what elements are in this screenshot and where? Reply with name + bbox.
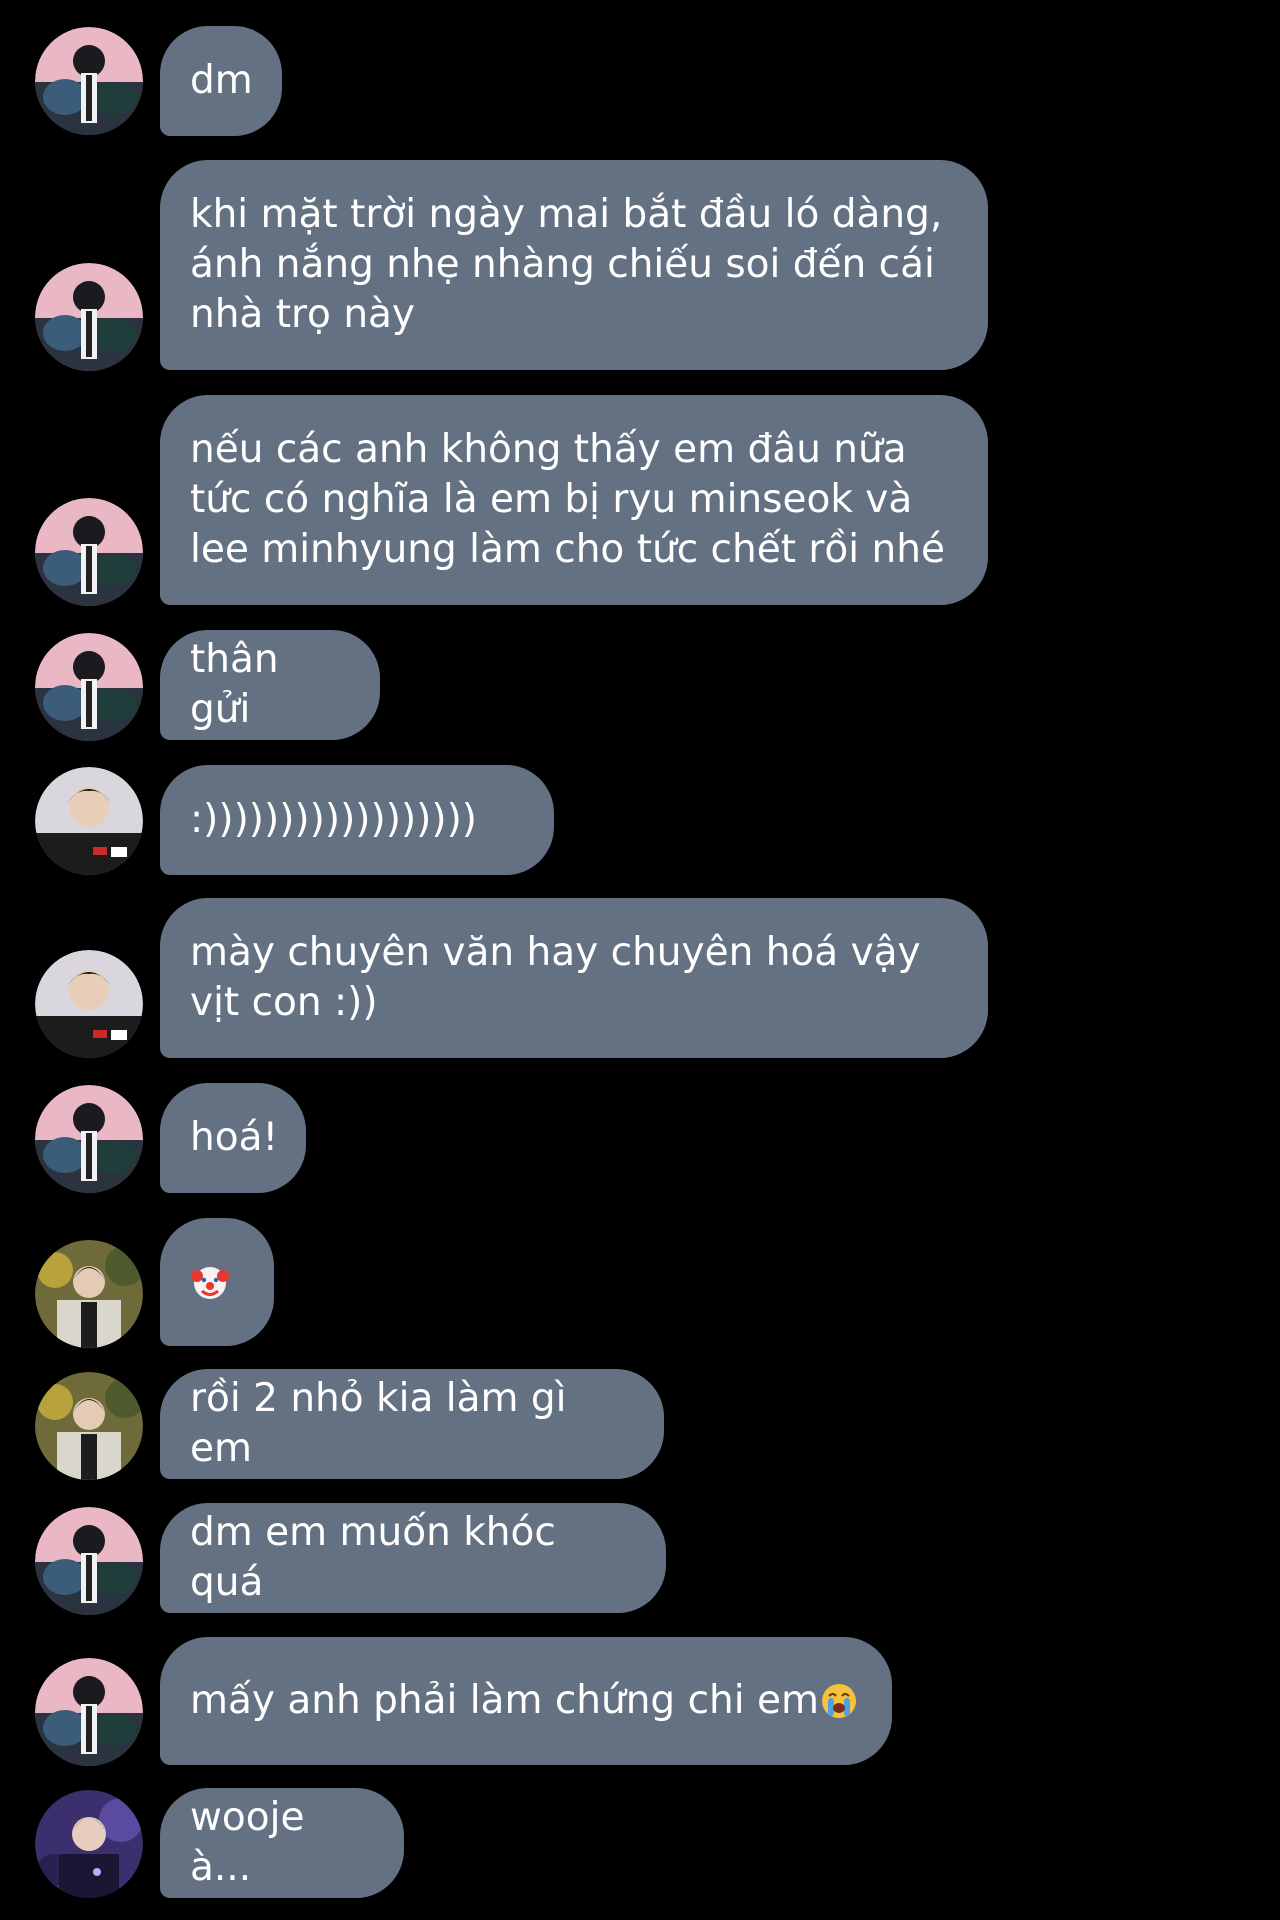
message-text: dm em muốn khóc quá [190,1510,556,1605]
message-text: dm [190,58,253,103]
message-bubble[interactable]: wooje à... [160,1788,404,1898]
avatar-b-icon[interactable] [35,950,143,1058]
message-text: rồi 2 nhỏ kia làm gì em [190,1376,567,1471]
avatar-b-icon[interactable] [35,767,143,875]
message-text: nếu các anh không thấy em đâu nữa tức có… [190,427,945,572]
avatar-a-icon[interactable] [35,263,143,371]
message-bubble[interactable]: dm em muốn khóc quá [160,1503,666,1613]
loudly-crying-face-emoji-icon [821,1684,856,1718]
message-bubble[interactable]: hoá! [160,1083,306,1193]
avatar-d-icon[interactable] [35,1790,143,1898]
avatar-a-icon[interactable] [35,1085,143,1193]
avatar-c-icon[interactable] [35,1240,143,1348]
avatar-a-icon[interactable] [35,498,143,606]
avatar-a-icon[interactable] [35,633,143,741]
message-bubble[interactable]: mày chuyên văn hay chuyên hoá vậy vịt co… [160,898,988,1058]
message-text: khi mặt trời ngày mai bắt đầu ló dàng, á… [190,192,943,337]
message-bubble[interactable]: mấy anh phải làm chứng chi em [160,1637,892,1765]
message-bubble[interactable]: khi mặt trời ngày mai bắt đầu ló dàng, á… [160,160,988,370]
clown-face-emoji-icon [191,1267,229,1299]
message-text: thân gửi [190,637,279,732]
message-text: wooje à... [190,1795,305,1890]
message-bubble[interactable]: thân gửi [160,630,380,740]
avatar-a-icon[interactable] [35,27,143,135]
message-text: :)))))))))))))))))) [190,797,478,842]
message-text: hoá! [190,1115,279,1160]
message-bubble[interactable]: rồi 2 nhỏ kia làm gì em [160,1369,664,1479]
avatar-a-icon[interactable] [35,1658,143,1766]
message-bubble[interactable]: :)))))))))))))))))) [160,765,554,875]
avatar-c-icon[interactable] [35,1372,143,1480]
message-text: mày chuyên văn hay chuyên hoá vậy vịt co… [190,930,921,1025]
message-bubble[interactable]: dm [160,26,282,136]
message-text: mấy anh phải làm chứng chi em [190,1678,819,1723]
chat-thread: dm khi mặt trời ngày mai bắt đầu ló dàng… [0,0,1280,1920]
message-bubble[interactable]: nếu các anh không thấy em đâu nữa tức có… [160,395,988,605]
avatar-a-icon[interactable] [35,1507,143,1615]
message-bubble[interactable] [160,1218,274,1346]
